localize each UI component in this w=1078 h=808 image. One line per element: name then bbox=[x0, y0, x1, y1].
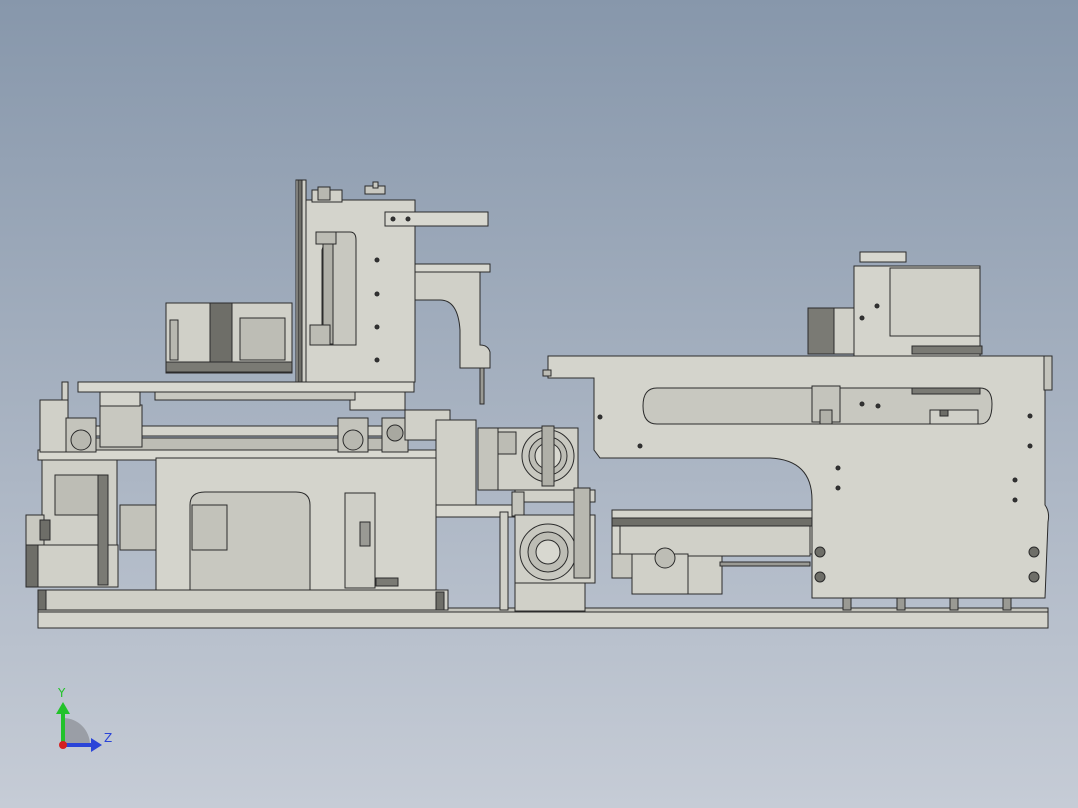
cad-viewport[interactable]: Y Z bbox=[0, 0, 1078, 808]
y-axis-arrowhead bbox=[56, 702, 70, 714]
linear-slide[interactable] bbox=[611, 509, 813, 595]
upper-motor[interactable] bbox=[165, 302, 293, 374]
z-axis-arrow bbox=[63, 743, 93, 747]
triad-z-label: Z bbox=[104, 731, 113, 745]
z-axis-arrowhead bbox=[91, 738, 102, 752]
feed-rollers[interactable] bbox=[435, 419, 596, 612]
belt-drive[interactable] bbox=[65, 391, 451, 453]
z-axis-head[interactable] bbox=[305, 181, 491, 405]
triad-quadrant bbox=[63, 718, 90, 745]
triad-y-label: Y bbox=[58, 686, 66, 700]
y-axis-arrow bbox=[61, 712, 65, 745]
x-axis-origin bbox=[59, 741, 67, 749]
assembly-model[interactable] bbox=[0, 0, 1078, 808]
coordinate-triad bbox=[56, 702, 102, 752]
